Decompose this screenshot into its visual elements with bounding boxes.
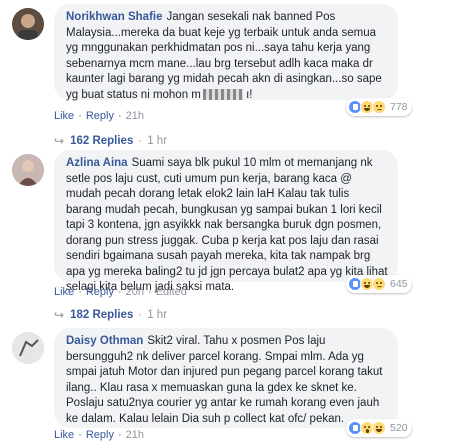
comment-timestamp[interactable]: 20h [126, 286, 144, 298]
sad-icon [372, 277, 386, 291]
reply-arrow-icon: ↪ [54, 308, 65, 322]
comment-actions: Like · Reply · 21h [54, 110, 145, 122]
reaction-summary[interactable]: 778 [346, 98, 412, 116]
reply-arrow-icon: ↪ [54, 134, 65, 148]
comment-actions: Like · Reply · 20h · Edited [54, 286, 187, 298]
comment-author[interactable]: Norikhwan Shafie [66, 11, 163, 23]
reply-button[interactable]: Reply [86, 110, 114, 122]
reaction-count: 520 [390, 422, 408, 434]
reply-button[interactable]: Reply [86, 429, 114, 441]
comment-bubble: Azlina Aina Suami saya blk pukul 10 mlm o… [54, 150, 398, 293]
reaction-summary[interactable]: 645 [346, 275, 412, 293]
redacted-text-icon [202, 88, 243, 100]
avatar[interactable] [12, 154, 44, 186]
comment-text: Skit2 viral. Tahu x posmen Pos laju bers… [66, 335, 386, 425]
avatar[interactable] [12, 332, 44, 364]
comment-author[interactable]: Azlina Aina [66, 157, 128, 169]
reaction-count: 645 [390, 278, 408, 290]
haha-icon [372, 421, 386, 435]
reaction-summary[interactable]: 520 [346, 419, 412, 437]
comment-bubble: Daisy Othman Skit2 viral. Tahu x posmen P… [54, 328, 398, 428]
reaction-count: 778 [390, 101, 408, 113]
avatar[interactable] [12, 8, 44, 40]
edited-label[interactable]: Edited [156, 286, 187, 298]
view-replies[interactable]: ↪ 182 Replies · 1 hr [54, 308, 167, 322]
comment-text: Jangan sesekali nak banned Pos Malaysia.… [66, 11, 386, 101]
like-button[interactable]: Like [54, 286, 74, 298]
comment-author[interactable]: Daisy Othman [66, 335, 143, 347]
like-button[interactable]: Like [54, 429, 74, 441]
replies-timestamp: 1 hr [147, 135, 168, 147]
replies-link[interactable]: 182 Replies [70, 309, 133, 321]
sad-icon [372, 100, 386, 114]
replies-timestamp: 1 hr [147, 309, 168, 321]
comment-actions: Like · Reply · 21h [54, 429, 145, 441]
view-replies[interactable]: ↪ 162 Replies · 1 hr [54, 134, 167, 148]
like-button[interactable]: Like [54, 110, 74, 122]
comment-bubble: Norikhwan Shafie Jangan sesekali nak bann… [54, 4, 398, 101]
comment-timestamp[interactable]: 21h [126, 429, 144, 441]
replies-link[interactable]: 162 Replies [70, 135, 133, 147]
reply-button[interactable]: Reply [86, 286, 114, 298]
comment-timestamp[interactable]: 21h [126, 110, 144, 122]
comment-text: Suami saya blk pukul 10 mlm ot memanjang… [66, 157, 391, 293]
